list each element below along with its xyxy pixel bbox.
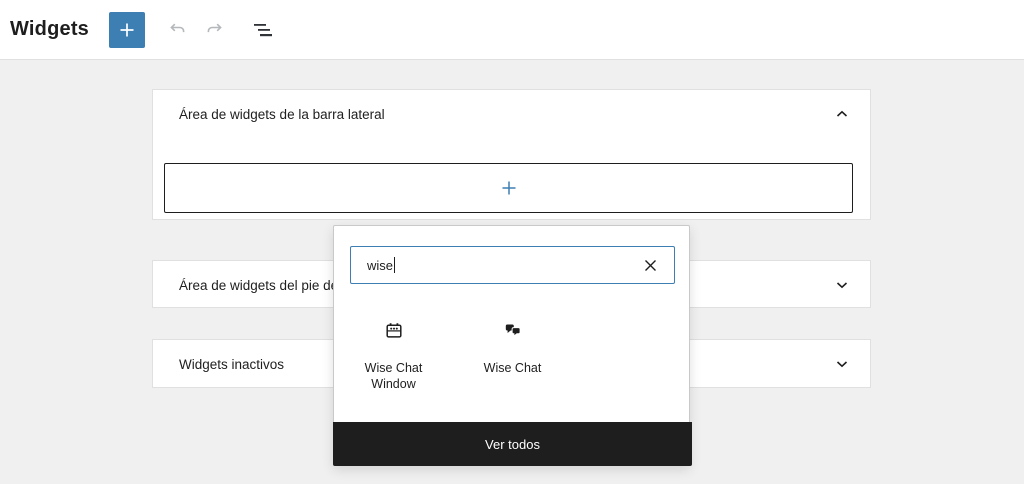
- page-title: Widgets: [10, 18, 89, 41]
- close-icon: [642, 257, 659, 274]
- widget-area-panel-sidebar: Área de widgets de la barra lateral: [152, 89, 871, 220]
- editor-topbar: Widgets: [0, 0, 1024, 60]
- redo-icon: [203, 18, 227, 42]
- plus-icon: [115, 18, 139, 42]
- view-all-button[interactable]: Ver todos: [333, 422, 692, 466]
- chat-bubbles-icon: [501, 319, 525, 343]
- block-inserter-popover: wise: [333, 225, 690, 466]
- block-result-label: Wise Chat: [484, 361, 542, 377]
- list-view-icon: [250, 17, 276, 43]
- undo-button[interactable]: [159, 12, 195, 48]
- block-result-label: Wise Chat Window: [344, 361, 444, 392]
- plus-icon: [497, 176, 521, 200]
- search-input[interactable]: wise: [350, 246, 675, 284]
- panel-title: Área de widgets de la barra lateral: [179, 107, 385, 122]
- block-appender[interactable]: [164, 163, 853, 213]
- add-block-button[interactable]: [109, 12, 145, 48]
- list-view-button[interactable]: [245, 12, 281, 48]
- widgets-canvas: Área de widgets de la barra lateral Área…: [0, 61, 1024, 484]
- text-caret: [394, 257, 395, 273]
- chevron-up-icon[interactable]: [830, 102, 854, 126]
- undo-icon: [165, 18, 189, 42]
- panel-title: Widgets inactivos: [179, 357, 284, 372]
- chevron-down-icon[interactable]: [830, 273, 854, 297]
- block-result-wise-chat-window[interactable]: Wise Chat Window: [334, 304, 453, 392]
- search-value: wise: [367, 258, 393, 273]
- panel-header-sidebar[interactable]: Área de widgets de la barra lateral: [153, 90, 870, 138]
- chevron-down-icon[interactable]: [830, 352, 854, 376]
- block-result-wise-chat[interactable]: Wise Chat: [453, 304, 572, 392]
- redo-button[interactable]: [197, 12, 233, 48]
- widget-window-icon: [382, 319, 406, 343]
- inserter-results: Wise Chat Window Wise Chat: [334, 304, 691, 392]
- empty-result-slot: [572, 304, 691, 392]
- clear-search-button[interactable]: [638, 253, 662, 277]
